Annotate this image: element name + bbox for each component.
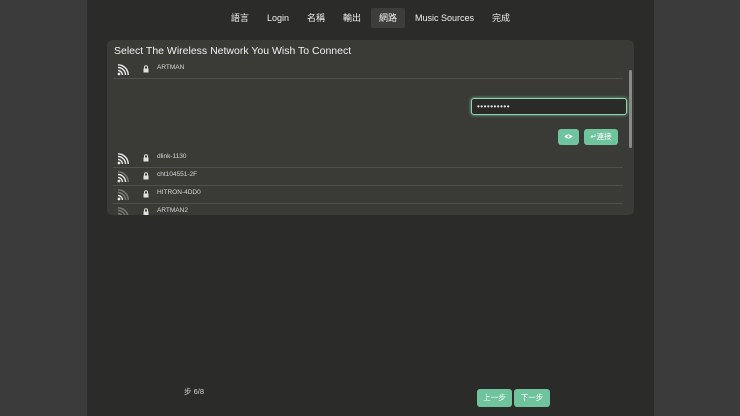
wifi-icon bbox=[117, 171, 129, 183]
panel-title: Select The Wireless Network You Wish To … bbox=[114, 45, 352, 57]
wifi-icon bbox=[117, 207, 129, 215]
network-row-selected[interactable]: ARTMAN bbox=[113, 61, 623, 79]
tab-music-sources[interactable]: Music Sources bbox=[407, 8, 482, 28]
lock-icon bbox=[143, 208, 149, 215]
network-row[interactable]: ARTMAN2 bbox=[113, 204, 623, 215]
next-button[interactable]: 下一步 bbox=[514, 389, 550, 407]
network-row[interactable]: dlink-1130 bbox=[113, 150, 623, 168]
password-field[interactable] bbox=[471, 98, 627, 115]
show-password-button[interactable] bbox=[558, 129, 579, 145]
tab-output[interactable]: 輸出 bbox=[335, 8, 369, 28]
setup-wizard: 語言 Login 名稱 輸出 網路 Music Sources 完成 Selec… bbox=[87, 0, 654, 416]
tab-finish[interactable]: 完成 bbox=[484, 8, 518, 28]
right-margin bbox=[654, 0, 740, 416]
lock-icon bbox=[143, 172, 149, 180]
step-indicator: 步 6/8 bbox=[184, 387, 205, 396]
wifi-panel: Select The Wireless Network You Wish To … bbox=[107, 40, 634, 215]
wifi-icon bbox=[117, 64, 129, 76]
tab-language[interactable]: 語言 bbox=[223, 8, 257, 28]
network-row[interactable]: cht104551-2F bbox=[113, 168, 623, 186]
lock-icon bbox=[143, 190, 149, 198]
lock-icon bbox=[143, 154, 149, 162]
network-ssid: ARTMAN bbox=[157, 64, 185, 71]
tab-login[interactable]: Login bbox=[259, 8, 297, 28]
network-ssid: cht104551-2F bbox=[157, 171, 198, 178]
tab-name[interactable]: 名稱 bbox=[299, 8, 333, 28]
prev-button[interactable]: 上一步 bbox=[477, 389, 512, 407]
network-ssid: HITRON-4DD0 bbox=[157, 189, 201, 196]
wifi-icon bbox=[117, 189, 129, 201]
scrollbar[interactable] bbox=[629, 70, 632, 148]
network-ssid: dlink-1130 bbox=[157, 153, 187, 160]
lock-icon bbox=[143, 65, 149, 73]
tab-network[interactable]: 網路 bbox=[371, 8, 406, 28]
connect-button[interactable]: ↵連接 bbox=[584, 129, 618, 145]
network-ssid: ARTMAN2 bbox=[157, 207, 188, 214]
left-margin bbox=[0, 0, 87, 416]
eye-icon bbox=[564, 134, 573, 139]
network-row[interactable]: HITRON-4DD0 bbox=[113, 186, 623, 204]
wifi-icon bbox=[117, 153, 129, 165]
wizard-tabs: 語言 Login 名稱 輸出 網路 Music Sources 完成 bbox=[87, 8, 654, 28]
